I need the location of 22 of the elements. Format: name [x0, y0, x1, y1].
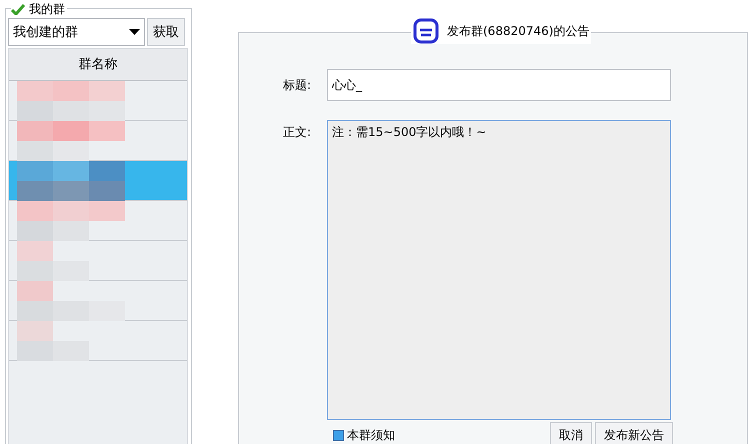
checkbox-label: 本群须知: [347, 427, 395, 444]
list-row[interactable]: [9, 241, 187, 281]
body-field[interactable]: 注：需15~500字以内哦！~: [327, 120, 671, 420]
fetch-button[interactable]: 获取: [147, 18, 185, 46]
panel-title: 发布群(68820746)的公告: [447, 22, 590, 40]
checkmark-icon: [11, 4, 25, 15]
dialog-button[interactable]: 发布新公告: [595, 422, 673, 444]
field-label: 标题:: [283, 76, 312, 94]
checkbox[interactable]: [333, 430, 344, 441]
dialog-button[interactable]: 取消: [550, 422, 592, 444]
column-header: 群名称: [9, 49, 187, 81]
group-dropdown[interactable]: 我创建的群: [8, 18, 145, 46]
caret-icon: [129, 29, 140, 35]
title-field[interactable]: 心心_: [327, 69, 671, 101]
list-row[interactable]: [9, 201, 187, 241]
list-row[interactable]: [9, 321, 187, 361]
field-label: 正文:: [283, 124, 312, 141]
list-row[interactable]: [9, 161, 187, 201]
list-row[interactable]: [9, 281, 187, 321]
list-row[interactable]: [9, 121, 187, 161]
panel-title: 我的群: [29, 1, 65, 18]
list-row[interactable]: [9, 81, 187, 121]
